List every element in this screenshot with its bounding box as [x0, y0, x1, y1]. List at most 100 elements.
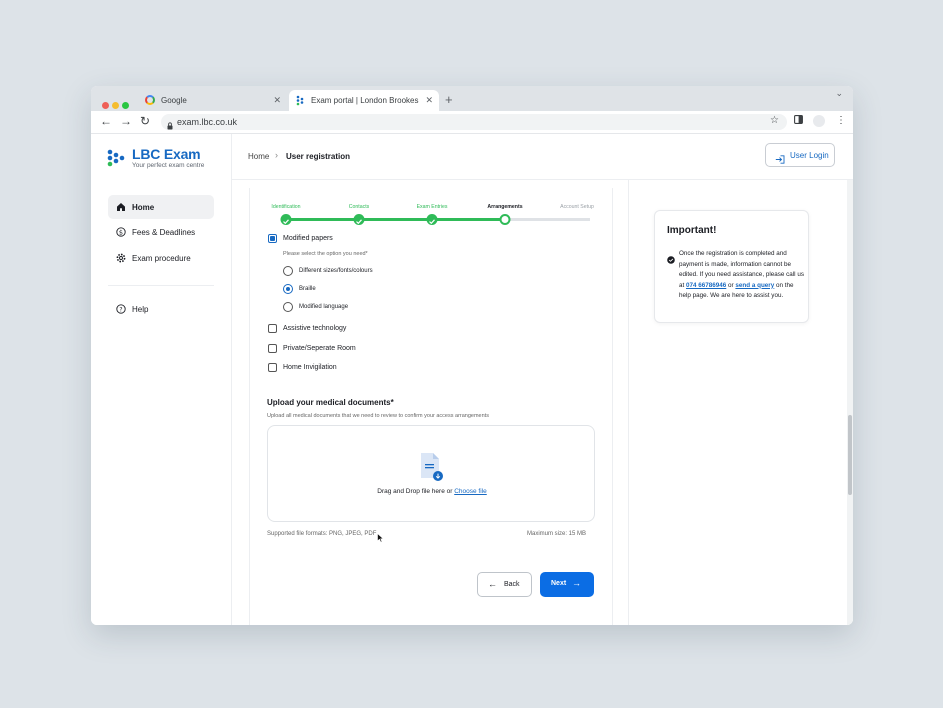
profile-avatar[interactable]	[813, 115, 825, 127]
google-icon	[145, 95, 155, 105]
stepper-progress-line	[286, 218, 505, 221]
choose-file-link[interactable]: Choose file	[454, 488, 487, 495]
browser-window: Google ✕ Exam portal | London Brookes Co…	[91, 86, 853, 625]
modified-papers-checkbox[interactable]	[268, 234, 277, 243]
notice-title: Important!	[667, 225, 717, 236]
send-query-link[interactable]: send a query	[735, 282, 774, 289]
sidebar-item-exam-procedure[interactable]: Exam procedure	[108, 246, 214, 270]
radio-label: Modified language	[299, 304, 349, 310]
close-tab-icon[interactable]: ✕	[273, 95, 281, 106]
svg-text:$: $	[119, 228, 123, 236]
tab-title: Google	[161, 96, 187, 105]
info-panel: Important! Once the registration is comp…	[629, 180, 853, 625]
next-label: Next	[551, 580, 567, 587]
arrow-right-icon: →	[572, 578, 581, 588]
maximize-window-button[interactable]	[122, 102, 129, 109]
arrow-left-icon: ←	[488, 579, 497, 589]
upload-subtitle: Upload all medical documents that we nee…	[267, 413, 489, 419]
side-panel-icon[interactable]	[794, 115, 803, 127]
tab-strip: Google ✕ Exam portal | London Brookes Co…	[91, 86, 853, 111]
page-header: Home › User registration User Login	[232, 134, 853, 180]
bookmark-star-icon[interactable]: ☆	[770, 115, 779, 126]
registration-form: Identification Contacts Exam Entries Arr…	[249, 188, 613, 625]
step-label: Identification	[271, 204, 301, 210]
lbc-logo-icon	[106, 149, 126, 176]
supported-formats: Supported file formats: PNG, JPEG, PDF	[267, 531, 377, 537]
chevron-right-icon: ›	[275, 150, 278, 160]
step-current-indicator	[499, 214, 511, 225]
important-notice: Important! Once the registration is comp…	[654, 210, 809, 323]
breadcrumb-home[interactable]: Home	[248, 152, 269, 161]
private-room-checkbox[interactable]	[268, 344, 277, 353]
scrollbar[interactable]	[847, 180, 853, 625]
sidebar-item-label: Help	[132, 305, 149, 314]
browser-toolbar: ← → ↻ exam.lbc.co.uk ☆ ⋮	[91, 111, 853, 134]
back-label: Back	[504, 581, 520, 588]
forward-arrow-icon[interactable]: →	[120, 114, 132, 128]
option-prompt: Please select the option you need*	[283, 251, 368, 257]
sidebar-item-home[interactable]: Home	[108, 195, 214, 219]
assistive-technology-label: Assistive technology	[283, 325, 347, 332]
tab-exam-portal[interactable]: Exam portal | London Brookes College ✕	[289, 90, 439, 111]
check-circle-icon	[667, 251, 675, 269]
home-invigilation-checkbox[interactable]	[268, 363, 277, 372]
step-label: Exam Entries	[416, 204, 448, 210]
dollar-icon: $	[116, 227, 126, 237]
scrollbar-thumb[interactable]	[848, 415, 852, 495]
brand-title[interactable]: LBC Exam	[132, 146, 201, 162]
upload-title: Upload your medical documents*	[267, 398, 394, 407]
login-icon	[775, 151, 785, 169]
radio-modified-language[interactable]	[283, 302, 293, 312]
step-label: Arrangements	[487, 204, 523, 210]
tab-google[interactable]: Google ✕	[139, 90, 287, 111]
main-content: Identification Contacts Exam Entries Arr…	[232, 180, 629, 625]
reload-icon[interactable]: ↻	[140, 114, 150, 128]
sidebar-item-label: Home	[132, 203, 155, 212]
svg-text:?: ?	[119, 306, 122, 313]
gear-icon	[116, 253, 126, 263]
drop-instruction: Drag and Drop file here or	[377, 488, 455, 495]
tab-title: Exam portal | London Brookes College	[311, 96, 421, 105]
sidebar-item-label: Exam procedure	[132, 254, 191, 263]
step-label: Account Setup	[560, 204, 594, 210]
user-login-button[interactable]: User Login	[765, 143, 835, 167]
assistive-technology-checkbox[interactable]	[268, 324, 277, 333]
address-bar[interactable]: exam.lbc.co.uk ☆	[161, 114, 787, 130]
modified-papers-label: Modified papers	[283, 235, 333, 242]
new-tab-icon[interactable]: +	[445, 92, 453, 107]
lbc-favicon-icon	[296, 95, 305, 108]
dropzone-text: Drag and Drop file here or Choose file	[268, 488, 596, 495]
breadcrumb-current: User registration	[286, 152, 351, 161]
minimize-window-button[interactable]	[112, 102, 119, 109]
back-button[interactable]: ← Back	[477, 572, 532, 597]
next-button[interactable]: Next →	[540, 572, 594, 597]
sidebar-item-fees[interactable]: $ Fees & Deadlines	[108, 220, 214, 244]
step-check-icon	[426, 214, 438, 225]
home-invigilation-label: Home Invigilation	[283, 364, 337, 371]
step-check-icon	[280, 214, 292, 225]
sidebar-item-label: Fees & Deadlines	[132, 228, 196, 237]
close-tab-icon[interactable]: ✕	[425, 95, 433, 106]
more-menu-icon[interactable]: ⋮	[836, 115, 846, 126]
file-dropzone[interactable]: Drag and Drop file here or Choose file	[267, 425, 595, 522]
help-circle-icon: ?	[116, 304, 126, 314]
radio-braille[interactable]	[283, 284, 293, 294]
radio-label: Different sizes/fonts/colours	[299, 268, 373, 274]
phone-link[interactable]: 074 66786946	[686, 282, 726, 289]
sidebar: LBC Exam Your perfect exam centre Home $…	[91, 134, 232, 625]
close-window-button[interactable]	[102, 102, 109, 109]
stepper-remaining-line	[505, 218, 590, 221]
sidebar-divider	[108, 285, 214, 286]
progress-stepper: Identification Contacts Exam Entries Arr…	[250, 188, 612, 228]
back-arrow-icon[interactable]: ←	[100, 114, 112, 128]
radio-different-sizes[interactable]	[283, 266, 293, 276]
private-room-label: Private/Seperate Room	[283, 345, 356, 352]
url-text: exam.lbc.co.uk	[177, 117, 238, 127]
step-check-icon	[353, 214, 365, 225]
home-icon	[116, 202, 126, 212]
sidebar-item-help[interactable]: ? Help	[108, 297, 214, 321]
tab-search-chevron-icon[interactable]: ⌄	[835, 88, 843, 99]
lock-icon	[167, 117, 173, 135]
app: LBC Exam Your perfect exam centre Home $…	[91, 134, 853, 625]
brand-tagline: Your perfect exam centre	[132, 162, 205, 169]
